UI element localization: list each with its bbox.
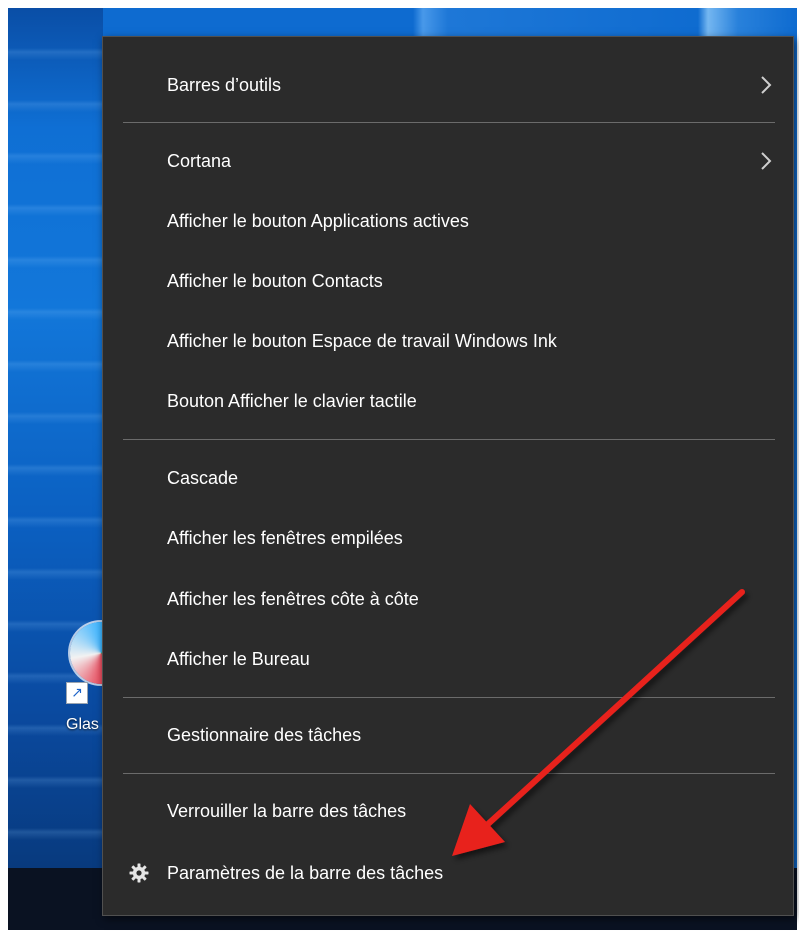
- menu-item-label: Afficher le bouton Contacts: [167, 271, 383, 291]
- menu-item-label: Barres d’outils: [167, 75, 282, 95]
- menu-item-show-task-view-button[interactable]: Afficher le bouton Applications actives: [103, 191, 793, 251]
- menu-item-lock-taskbar[interactable]: Verrouiller la barre des tâches: [103, 781, 793, 841]
- taskbar-context-menu: Barres d’outils Cortana Afficher le bout…: [102, 36, 794, 916]
- menu-item-show-windows-ink-button[interactable]: Afficher le bouton Espace de travail Win…: [103, 311, 793, 371]
- menu-separator: [123, 439, 775, 440]
- menu-item-label: Verrouiller la barre des tâches: [167, 801, 407, 821]
- menu-item-toolbars[interactable]: Barres d’outils: [103, 55, 793, 115]
- menu-item-task-manager[interactable]: Gestionnaire des tâches: [103, 705, 793, 765]
- menu-item-show-touch-keyboard-button[interactable]: Bouton Afficher le clavier tactile: [103, 371, 793, 431]
- menu-item-label: Bouton Afficher le clavier tactile: [167, 391, 417, 411]
- menu-item-label: Paramètres de la barre des tâches: [167, 863, 444, 883]
- desktop-shortcut-label[interactable]: Glas: [66, 716, 99, 734]
- gear-icon: [129, 863, 149, 883]
- menu-item-show-desktop[interactable]: Afficher le Bureau: [103, 629, 793, 689]
- menu-separator: [123, 122, 775, 123]
- menu-item-label: Afficher le bouton Espace de travail Win…: [167, 331, 557, 351]
- menu-item-cascade-windows[interactable]: Cascade: [103, 448, 793, 508]
- menu-item-label: Afficher le Bureau: [167, 649, 310, 669]
- chevron-right-icon: [761, 76, 772, 94]
- menu-item-label: Cortana: [167, 151, 232, 171]
- menu-item-show-contacts-button[interactable]: Afficher le bouton Contacts: [103, 251, 793, 311]
- menu-item-label: Gestionnaire des tâches: [167, 725, 362, 745]
- menu-item-taskbar-settings[interactable]: Paramètres de la barre des tâches: [103, 843, 793, 903]
- menu-item-label: Afficher les fenêtres empilées: [167, 528, 403, 548]
- shortcut-arrow-icon: ↗: [66, 682, 88, 704]
- menu-item-label: Cascade: [167, 468, 239, 488]
- menu-item-cortana[interactable]: Cortana: [103, 131, 793, 191]
- menu-item-show-windows-stacked[interactable]: Afficher les fenêtres empilées: [103, 508, 793, 568]
- menu-item-label: Afficher les fenêtres côte à côte: [167, 589, 419, 609]
- menu-item-show-windows-side-by-side[interactable]: Afficher les fenêtres côte à côte: [103, 569, 793, 629]
- chevron-right-icon: [761, 152, 772, 170]
- menu-item-label: Afficher le bouton Applications actives: [167, 211, 469, 231]
- menu-separator: [123, 697, 775, 698]
- menu-separator: [123, 773, 775, 774]
